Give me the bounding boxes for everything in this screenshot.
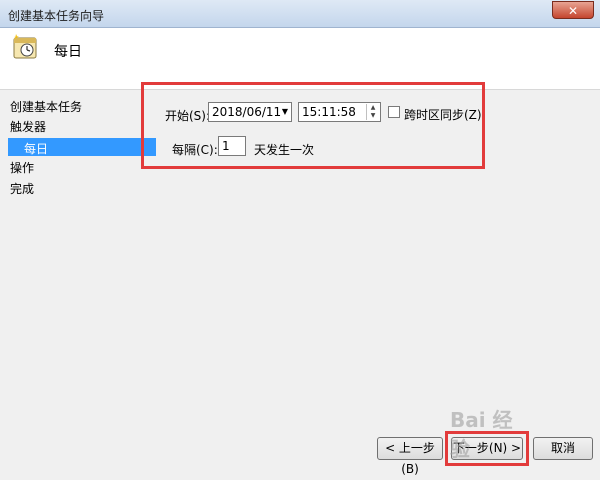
wizard-header: 每日 [0,28,600,90]
page-title: 每日 [54,44,82,60]
step-finish: 完成 [10,182,35,196]
watermark-logo: Bai 经验 [450,408,513,461]
close-button[interactable]: ✕ [552,1,594,19]
step-daily: 每日 [8,138,156,156]
highlight-box-trigger-settings [141,82,485,169]
step-action: 操作 [10,161,35,175]
back-button[interactable]: < 上一步(B) [377,437,443,476]
title-bar: 创建基本任务向导 ✕ [0,0,600,28]
window-title: 创建基本任务向导 [8,9,105,23]
step-create-basic-task: 创建基本任务 [10,100,83,114]
step-trigger: 触发器 [10,120,47,134]
calendar-clock-icon [13,34,37,59]
close-icon: ✕ [567,4,579,18]
cancel-button[interactable]: 取消 [533,437,593,460]
